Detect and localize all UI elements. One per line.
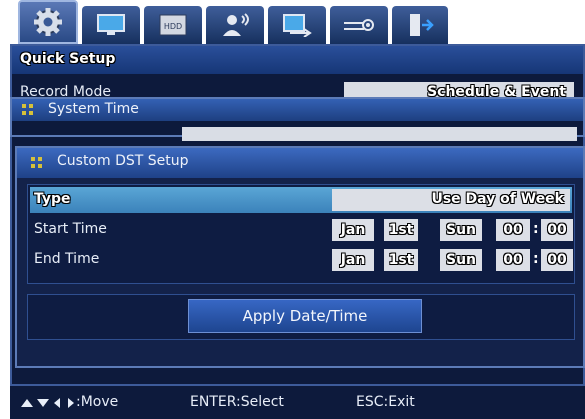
start-month-select[interactable]: Jan bbox=[332, 219, 374, 241]
tab-hdd[interactable]: HDD bbox=[144, 6, 202, 44]
dst-type-select[interactable]: Use Day of Week bbox=[332, 189, 570, 211]
grip-icon bbox=[31, 157, 43, 169]
custom-dst-titlebar: Custom DST Setup bbox=[17, 148, 583, 178]
dst-settings-panel: Type Use Day of Week Start Time Jan 1st … bbox=[27, 184, 575, 284]
system-time-field[interactable] bbox=[182, 127, 577, 141]
tab-network[interactable] bbox=[268, 6, 326, 44]
end-day-select[interactable]: Sun bbox=[440, 249, 482, 271]
system-time-window: System Time bbox=[10, 97, 585, 141]
custom-dst-title: Custom DST Setup bbox=[57, 153, 189, 169]
system-time-title: System Time bbox=[48, 101, 139, 117]
monitor-icon bbox=[97, 14, 125, 35]
dst-start-label: Start Time bbox=[34, 221, 107, 237]
apply-panel: Apply Date/Time bbox=[27, 294, 575, 340]
exit-icon bbox=[410, 14, 434, 36]
status-exit: ESC:Exit bbox=[356, 394, 415, 410]
quick-setup-titlebar: Quick Setup bbox=[12, 46, 583, 74]
tab-exit[interactable] bbox=[392, 6, 448, 44]
grip-icon bbox=[22, 104, 34, 116]
end-week-select[interactable]: 1st bbox=[384, 249, 418, 271]
end-hour-input[interactable]: 00 bbox=[496, 249, 530, 271]
time-separator: : bbox=[533, 251, 539, 267]
system-time-titlebar: System Time bbox=[12, 99, 583, 121]
menu-tab-bar: HDD bbox=[18, 0, 458, 44]
start-week-select[interactable]: 1st bbox=[384, 219, 418, 241]
end-month-select[interactable]: Jan bbox=[332, 249, 374, 271]
svg-text:HDD: HDD bbox=[164, 22, 182, 31]
tab-device[interactable] bbox=[330, 6, 388, 44]
dst-type-value: Use Day of Week bbox=[431, 191, 564, 207]
tab-user[interactable] bbox=[206, 6, 264, 44]
dst-end-label: End Time bbox=[34, 251, 100, 267]
end-minute-input[interactable]: 00 bbox=[541, 249, 573, 271]
start-minute-input[interactable]: 00 bbox=[541, 219, 573, 241]
user-icon bbox=[223, 13, 249, 36]
quick-setup-title: Quick Setup bbox=[20, 51, 116, 67]
network-icon bbox=[283, 14, 312, 37]
status-select: ENTER:Select bbox=[190, 394, 284, 410]
arrow-keys-icon bbox=[21, 398, 74, 408]
time-separator: : bbox=[533, 221, 539, 237]
dst-type-label: Type bbox=[34, 191, 71, 207]
custom-dst-window: Custom DST Setup Type Use Day of Week St… bbox=[15, 146, 585, 368]
device-settings-icon bbox=[344, 19, 374, 31]
dst-start-row: Start Time Jan 1st Sun 00 : 00 bbox=[30, 217, 573, 243]
start-day-select[interactable]: Sun bbox=[440, 219, 482, 241]
apply-date-time-button[interactable]: Apply Date/Time bbox=[188, 299, 422, 333]
gear-icon bbox=[34, 8, 62, 36]
tab-display[interactable] bbox=[82, 6, 140, 44]
dst-end-row: End Time Jan 1st Sun 00 : 00 bbox=[30, 247, 573, 273]
tab-setup[interactable] bbox=[18, 0, 78, 44]
start-hour-input[interactable]: 00 bbox=[496, 219, 530, 241]
dst-type-row[interactable]: Type Use Day of Week bbox=[30, 187, 572, 213]
status-bar: :Move ENTER:Select ESC:Exit bbox=[10, 384, 585, 419]
status-move: :Move bbox=[76, 394, 119, 410]
hdd-icon: HDD bbox=[159, 14, 187, 36]
